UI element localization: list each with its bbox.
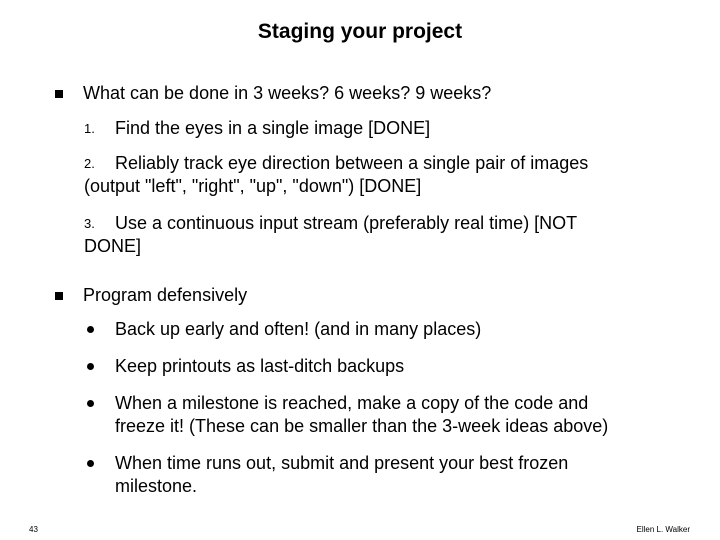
item-text: When a milestone is reached, make a copy… <box>115 393 609 436</box>
author: Ellen L. Walker <box>636 525 691 534</box>
item-number: 1. <box>84 121 95 136</box>
item-number: 3. <box>84 216 95 231</box>
square-bullet-icon <box>55 292 63 300</box>
bullet-text: What can be done in 3 weeks? 6 weeks? 9 … <box>83 83 492 103</box>
bullet-text: Program defensively <box>83 285 248 305</box>
item-text: Back up early and often! (and in many pl… <box>115 319 482 339</box>
round-bullet-icon <box>87 326 94 333</box>
slide-title: Staging your project <box>257 20 463 43</box>
item-text: Keep printouts as last-ditch backups <box>115 356 405 376</box>
page-number: 43 <box>29 525 38 534</box>
item-text: Find the eyes in a single image [DONE] <box>115 118 431 138</box>
round-bullet-icon <box>87 363 94 370</box>
square-bullet-icon <box>55 90 63 98</box>
item-number: 2. <box>84 156 95 171</box>
round-bullet-icon <box>87 400 94 407</box>
item-text: When time runs out, submit and present y… <box>115 453 569 496</box>
item-text: Use a continuous input stream (preferabl… <box>84 213 578 256</box>
round-bullet-icon <box>87 460 94 467</box>
item-text: Reliably track eye direction between a s… <box>84 153 589 196</box>
